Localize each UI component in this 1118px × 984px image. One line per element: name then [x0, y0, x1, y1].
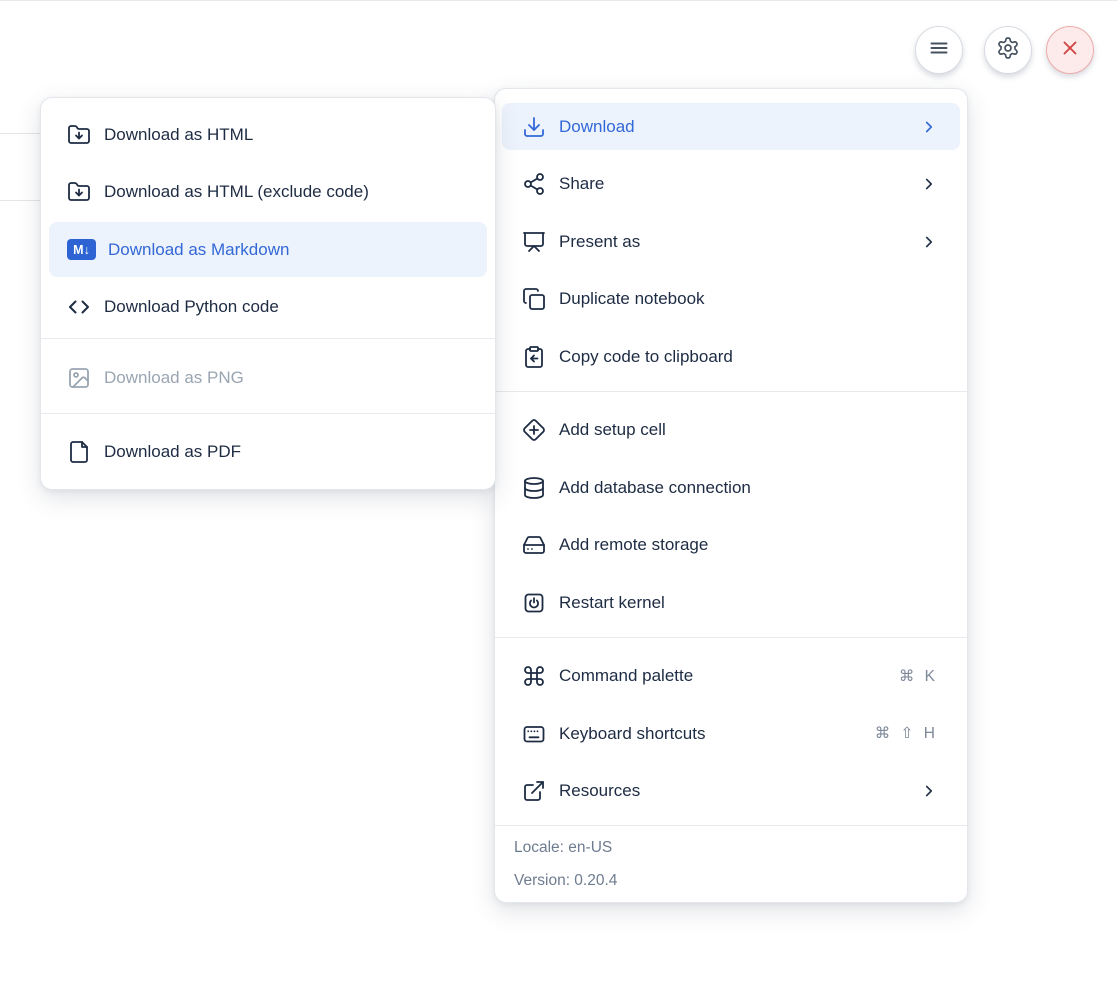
menu-separator — [41, 413, 495, 414]
menu-item-label: Download as HTML — [104, 125, 253, 145]
menu-item-label: Present as — [559, 232, 640, 252]
menu-item-label: Restart kernel — [559, 593, 665, 613]
menu-item-label: Resources — [559, 781, 640, 801]
menu-item-label: Download — [559, 117, 635, 137]
folder-down-icon — [67, 123, 91, 147]
menu-separator — [495, 391, 967, 392]
hard-drive-icon — [522, 533, 546, 557]
gear-icon — [996, 36, 1020, 65]
notebook-menu-button[interactable] — [915, 26, 963, 74]
notebook-actions-menu: Download Share Present as Duplicate note… — [494, 88, 968, 903]
image-icon — [67, 366, 91, 390]
menu-separator — [495, 637, 967, 638]
share-icon — [522, 172, 546, 196]
cell-border-line — [0, 200, 44, 201]
menu-item-present-as[interactable]: Present as — [502, 218, 960, 265]
menu-item-add-remote-storage[interactable]: Add remote storage — [502, 522, 960, 569]
menu-item-duplicate-notebook[interactable]: Duplicate notebook — [502, 276, 960, 323]
duplicate-pages-icon — [522, 287, 546, 311]
submenu-item-download-markdown[interactable]: M↓ Download as Markdown — [49, 222, 487, 277]
version-text: Version: 0.20.4 — [514, 871, 948, 891]
menu-item-label: Add remote storage — [559, 535, 708, 555]
menu-item-label: Download as PDF — [104, 442, 241, 462]
menu-item-add-database-connection[interactable]: Add database connection — [502, 464, 960, 511]
diamond-plus-icon — [522, 418, 546, 442]
menu-item-restart-kernel[interactable]: Restart kernel — [502, 579, 960, 626]
chevron-right-icon — [920, 233, 938, 251]
submenu-item-download-html[interactable]: Download as HTML — [49, 107, 487, 162]
menu-item-label: Keyboard shortcuts — [559, 724, 705, 744]
code-icon — [67, 295, 91, 319]
menu-item-copy-code[interactable]: Copy code to clipboard — [502, 333, 960, 380]
markdown-badge-icon: M↓ — [67, 238, 96, 262]
database-icon — [522, 476, 546, 500]
chevron-right-icon — [920, 782, 938, 800]
settings-button[interactable] — [984, 26, 1032, 74]
power-square-icon — [522, 591, 546, 615]
file-icon — [67, 440, 91, 464]
external-link-icon — [522, 779, 546, 803]
clipboard-copy-icon — [522, 345, 546, 369]
menu-separator — [41, 338, 495, 339]
menu-item-resources[interactable]: Resources — [502, 768, 960, 815]
menu-item-download[interactable]: Download — [502, 103, 960, 150]
menu-item-label: Download Python code — [104, 297, 279, 317]
menu-item-share[interactable]: Share — [502, 161, 960, 208]
menu-item-label: Download as HTML (exclude code) — [104, 182, 369, 202]
chevron-right-icon — [920, 175, 938, 193]
menu-footer: Locale: en-US Version: 0.20.4 — [495, 825, 967, 902]
menu-item-label: Copy code to clipboard — [559, 347, 733, 367]
keyboard-shortcut-hint: ⌘ ⇧ H — [875, 724, 938, 743]
menu-item-label: Share — [559, 174, 604, 194]
presentation-icon — [522, 230, 546, 254]
locale-text: Locale: en-US — [514, 838, 948, 858]
menu-item-command-palette[interactable]: Command palette ⌘ K — [502, 653, 960, 700]
download-submenu: Download as HTML Download as HTML (exclu… — [40, 97, 496, 490]
menu-item-label: Download as Markdown — [108, 240, 289, 260]
command-icon — [522, 664, 546, 688]
submenu-item-download-html-exclude-code[interactable]: Download as HTML (exclude code) — [49, 165, 487, 220]
cell-border-line — [0, 133, 44, 134]
menu-item-label: Download as PNG — [104, 368, 244, 388]
chevron-right-icon — [920, 118, 938, 136]
hamburger-icon — [927, 36, 951, 65]
download-icon — [522, 115, 546, 139]
submenu-item-download-pdf[interactable]: Download as PDF — [49, 425, 487, 480]
menu-item-keyboard-shortcuts[interactable]: Keyboard shortcuts ⌘ ⇧ H — [502, 710, 960, 757]
shutdown-button[interactable] — [1046, 26, 1094, 74]
folder-down-icon — [67, 180, 91, 204]
menu-item-label: Add database connection — [559, 478, 751, 498]
submenu-item-download-python-code[interactable]: Download Python code — [49, 280, 487, 335]
submenu-item-download-png[interactable]: Download as PNG — [49, 351, 487, 406]
menu-item-add-setup-cell[interactable]: Add setup cell — [502, 407, 960, 454]
page-top-border — [0, 0, 1118, 1]
menu-item-label: Add setup cell — [559, 420, 666, 440]
close-x-icon — [1059, 37, 1081, 64]
menu-item-label: Duplicate notebook — [559, 289, 705, 309]
menu-item-label: Command palette — [559, 666, 693, 686]
keyboard-shortcut-hint: ⌘ K — [899, 667, 938, 686]
keyboard-icon — [522, 722, 546, 746]
